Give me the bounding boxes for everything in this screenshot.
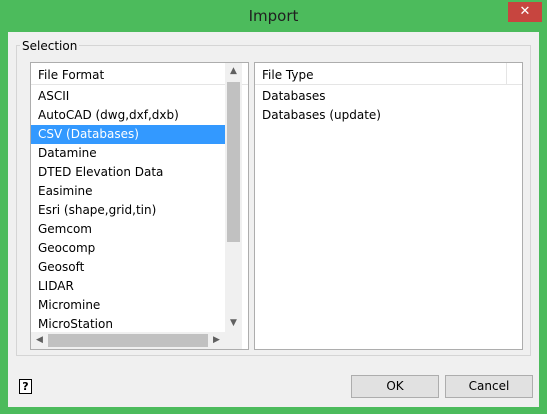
vertical-scroll-thumb[interactable] <box>227 82 240 242</box>
scroll-down-icon[interactable]: ▼ <box>225 315 242 332</box>
vertical-scrollbar[interactable]: ▲ ▼ <box>225 63 242 332</box>
file-type-header-label: File Type <box>262 68 314 82</box>
file-format-item[interactable]: CSV (Databases) <box>31 125 225 144</box>
help-icon[interactable]: ? <box>19 379 32 394</box>
file-type-header[interactable]: File Type <box>255 63 522 85</box>
title-bar[interactable]: Import ✕ <box>1 1 546 32</box>
close-icon: ✕ <box>519 4 531 19</box>
close-button[interactable]: ✕ <box>508 2 542 22</box>
file-format-item[interactable]: AutoCAD (dwg,dxf,dxb) <box>31 106 225 125</box>
dialog-body: Selection File Format ASCII AutoCAD (dwg,… <box>8 32 539 407</box>
ok-button[interactable]: OK <box>351 375 439 398</box>
file-format-item[interactable]: Esri (shape,grid,tin) <box>31 201 225 220</box>
selection-group-label: Selection <box>20 39 80 53</box>
import-dialog: Import ✕ Selection File Format ASCII Auto… <box>0 0 547 414</box>
scroll-up-icon[interactable]: ▲ <box>225 63 242 80</box>
file-format-item[interactable]: Easimine <box>31 182 225 201</box>
header-divider[interactable] <box>506 63 507 85</box>
file-format-item[interactable]: DTED Elevation Data <box>31 163 225 182</box>
file-format-item[interactable]: Geosoft <box>31 258 225 277</box>
scrollbar-corner <box>225 332 242 349</box>
file-format-header-label: File Format <box>38 68 105 82</box>
file-format-list[interactable]: File Format ASCII AutoCAD (dwg,dxf,dxb) CS… <box>30 62 249 350</box>
window-title: Import <box>248 7 299 25</box>
file-type-list[interactable]: File Type Databases Databases (update) <box>254 62 523 350</box>
cancel-button[interactable]: Cancel <box>445 375 533 398</box>
file-format-item[interactable]: Gemcom <box>31 220 225 239</box>
file-format-item[interactable]: Datamine <box>31 144 225 163</box>
file-format-item[interactable]: Micromine <box>31 296 225 315</box>
file-format-header[interactable]: File Format <box>31 63 248 85</box>
file-format-item[interactable]: Geocomp <box>31 239 225 258</box>
help-glyph: ? <box>22 380 29 393</box>
file-format-items: ASCII AutoCAD (dwg,dxf,dxb) CSV (Databases… <box>31 87 225 334</box>
file-type-items: Databases Databases (update) <box>255 87 522 125</box>
file-type-item[interactable]: Databases <box>255 87 522 106</box>
file-format-item[interactable]: LIDAR <box>31 277 225 296</box>
horizontal-scrollbar[interactable]: ◀ ▶ <box>31 332 225 349</box>
horizontal-scroll-thumb[interactable] <box>48 334 208 347</box>
file-format-item[interactable]: ASCII <box>31 87 225 106</box>
scroll-left-icon[interactable]: ◀ <box>31 332 48 349</box>
scroll-right-icon[interactable]: ▶ <box>208 332 225 349</box>
file-type-item[interactable]: Databases (update) <box>255 106 522 125</box>
